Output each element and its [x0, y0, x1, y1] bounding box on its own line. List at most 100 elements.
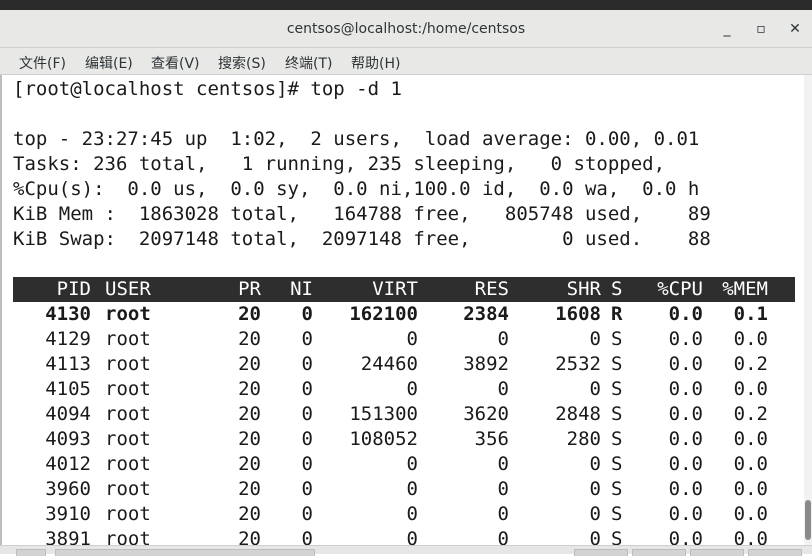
cell-pid: 4012: [45, 453, 91, 475]
col-user: USER: [105, 278, 151, 300]
taskbar-bottom: [0, 545, 812, 556]
col-pr: PR: [238, 278, 261, 300]
cell-mem: 0.0: [733, 453, 768, 475]
cell-virt: 0: [406, 453, 418, 475]
cell-state: S: [611, 428, 623, 450]
cell-cpu: 0.0: [668, 503, 703, 525]
cell-state: S: [611, 528, 623, 545]
close-button[interactable]: ✕: [784, 18, 806, 40]
desktop-top-panel: [0, 0, 812, 10]
cell-cpu: 0.0: [668, 353, 703, 375]
cell-cpu: 0.0: [668, 303, 703, 325]
cell-mem: 0.0: [733, 428, 768, 450]
cell-user: root: [105, 453, 151, 475]
summary-cpu-line: %Cpu(s): 0.0 us, 0.0 sy, 0.0 ni,100.0 id…: [13, 178, 700, 200]
taskbar-item[interactable]: [55, 549, 315, 556]
scrollbar-thumb[interactable]: [805, 500, 811, 540]
cell-pid: 4129: [45, 328, 91, 350]
cell-user: root: [105, 378, 151, 400]
cell-cpu: 0.0: [668, 428, 703, 450]
cell-mem: 0.2: [733, 403, 768, 425]
cell-virt: 0: [406, 528, 418, 545]
menu-search[interactable]: 搜索(S): [218, 53, 266, 73]
menu-view[interactable]: 查看(V): [151, 53, 200, 73]
taskbar-item[interactable]: [748, 549, 802, 556]
cell-res: 3620: [463, 403, 509, 425]
cell-ni: 0: [301, 453, 313, 475]
cell-state: S: [611, 403, 623, 425]
cell-cpu: 0.0: [668, 478, 703, 500]
cell-mem: 0.2: [733, 353, 768, 375]
table-row: 4093 root 20 0 108052 356 280 S 0.0 0.0: [13, 427, 795, 452]
cell-res: 0: [497, 503, 509, 525]
taskbar-item[interactable]: [632, 549, 686, 556]
col-mem: %MEM: [722, 278, 768, 300]
cell-cpu: 0.0: [668, 328, 703, 350]
cell-res: 0: [497, 453, 509, 475]
cell-mem: 0.1: [733, 303, 768, 325]
cell-shr: 2848: [555, 403, 601, 425]
table-row: 3910 root 20 0 0 0 0 S 0.0 0.0: [13, 502, 795, 527]
cell-res: 0: [497, 478, 509, 500]
cell-cpu: 0.0: [668, 453, 703, 475]
cell-shr: 2532: [555, 353, 601, 375]
cell-user: root: [105, 303, 151, 325]
table-row: 4130 root 20 0 162100 2384 1608 R 0.0 0.1: [13, 302, 795, 327]
cell-virt: 162100: [349, 303, 418, 325]
menu-file[interactable]: 文件(F): [19, 53, 66, 73]
cell-state: R: [611, 303, 623, 325]
table-row: 4012 root 20 0 0 0 0 S 0.0 0.0: [13, 452, 795, 477]
cell-user: root: [105, 528, 151, 545]
cell-pid: 4093: [45, 428, 91, 450]
cell-pr: 20: [238, 328, 261, 350]
cell-mem: 0.0: [733, 503, 768, 525]
table-row: 3960 root 20 0 0 0 0 S 0.0 0.0: [13, 477, 795, 502]
col-shr: SHR: [566, 278, 601, 300]
cell-ni: 0: [301, 503, 313, 525]
col-pid: PID: [56, 278, 91, 300]
cell-ni: 0: [301, 328, 313, 350]
col-virt: VIRT: [372, 278, 418, 300]
cell-mem: 0.0: [733, 478, 768, 500]
cell-state: S: [611, 453, 623, 475]
cell-ni: 0: [301, 353, 313, 375]
cell-virt: 24460: [360, 353, 418, 375]
terminal-scrollbar[interactable]: [804, 75, 812, 545]
cell-shr: 0: [589, 528, 601, 545]
menu-help[interactable]: 帮助(H): [351, 53, 400, 73]
taskbar-item[interactable]: [690, 549, 744, 556]
cell-state: S: [611, 328, 623, 350]
cell-shr: 0: [589, 378, 601, 400]
summary-mem-line: KiB Mem : 1863028 total, 164788 free, 80…: [13, 203, 711, 225]
cell-cpu: 0.0: [668, 403, 703, 425]
cell-shr: 280: [566, 428, 601, 450]
terminal-output[interactable]: [root@localhost centsos]# top -d 1 top -…: [0, 75, 804, 545]
cell-mem: 0.0: [733, 378, 768, 400]
cell-user: root: [105, 403, 151, 425]
cell-cpu: 0.0: [668, 528, 703, 545]
maximize-button[interactable]: ▫: [750, 18, 772, 40]
cell-res: 3892: [463, 353, 509, 375]
process-table-header: PID USER PR NI VIRT RES SHR S %CPU %MEM: [13, 277, 795, 302]
window-title: centsos@localhost:/home/centsos: [286, 21, 526, 37]
cell-res: 0: [497, 328, 509, 350]
cell-res: 0: [497, 528, 509, 545]
cell-pr: 20: [238, 428, 261, 450]
cell-virt: 0: [406, 328, 418, 350]
taskbar-item[interactable]: [16, 549, 46, 556]
table-row: 3891 root 20 0 0 0 0 S 0.0 0.0: [13, 527, 795, 545]
menu-bar: 文件(F) 编辑(E) 查看(V) 搜索(S) 终端(T) 帮助(H): [0, 48, 812, 75]
menu-terminal[interactable]: 终端(T): [285, 53, 332, 73]
summary-swap-line: KiB Swap: 2097148 total, 2097148 free, 0…: [13, 228, 711, 250]
cell-pid: 4130: [45, 303, 91, 325]
minimize-button[interactable]: _: [716, 18, 738, 40]
col-res: RES: [474, 278, 509, 300]
cell-pr: 20: [238, 403, 261, 425]
cell-pid: 3910: [45, 503, 91, 525]
cell-ni: 0: [301, 428, 313, 450]
taskbar-item[interactable]: [574, 549, 628, 556]
cell-virt: 108052: [349, 428, 418, 450]
cell-pr: 20: [238, 503, 261, 525]
menu-edit[interactable]: 编辑(E): [85, 53, 133, 73]
cell-user: root: [105, 428, 151, 450]
